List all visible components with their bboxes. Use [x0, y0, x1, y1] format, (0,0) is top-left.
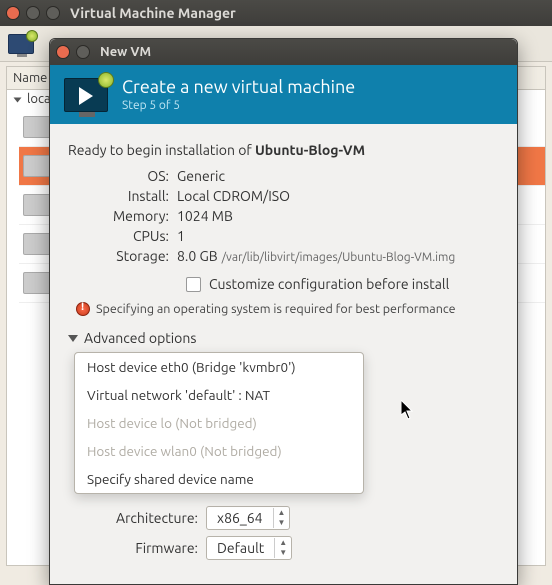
storage-label: Storage: — [74, 248, 169, 264]
architecture-value: x86_64 — [207, 510, 273, 526]
parent-minimize-button[interactable] — [26, 6, 40, 20]
warning-row: Specifying an operating system is requir… — [76, 302, 499, 316]
cpus-label: CPUs: — [74, 228, 169, 244]
parent-maximize-button[interactable] — [46, 6, 60, 20]
network-option[interactable]: Specify shared device name — [75, 465, 363, 493]
parent-titlebar: Virtual Machine Manager — [0, 0, 552, 26]
architecture-select[interactable]: x86_64 ▲▼ — [206, 506, 290, 530]
network-option: Host device wlan0 (Not bridged) — [75, 437, 363, 465]
customize-checkbox-row[interactable]: Customize configuration before install — [186, 276, 499, 292]
ready-vmname: Ubuntu-Blog-VM — [255, 142, 365, 158]
firmware-label: Firmware: — [108, 540, 198, 556]
network-dropdown[interactable]: Host device eth0 (Bridge 'kvmbr0')Virtua… — [74, 352, 364, 494]
customize-label: Customize configuration before install — [209, 276, 449, 292]
storage-value: 8.0 GB/var/lib/libvirt/images/Ubuntu-Blo… — [177, 248, 499, 264]
firmware-value: Default — [207, 540, 274, 556]
chevron-down-icon — [68, 335, 78, 342]
firmware-select[interactable]: Default ▲▼ — [206, 536, 292, 560]
cpus-value: 1 — [177, 228, 499, 244]
dialog-header-title: Create a new virtual machine — [122, 77, 355, 97]
new-vm-dialog: New VM Create a new virtual machine Step… — [49, 38, 518, 585]
install-value: Local CDROM/ISO — [177, 188, 499, 204]
dialog-minimize-button[interactable] — [76, 45, 90, 59]
dialog-window-title: New VM — [100, 45, 151, 59]
chevron-down-icon — [14, 97, 22, 102]
stepper-arrows-icon[interactable]: ▲▼ — [273, 508, 290, 528]
parent-window-title: Virtual Machine Manager — [70, 5, 236, 21]
new-badge-icon — [98, 72, 114, 88]
warning-icon — [76, 302, 90, 316]
dialog-titlebar[interactable]: New VM — [50, 39, 517, 65]
dialog-step-label: Step 5 of 5 — [122, 99, 355, 112]
dialog-header: Create a new virtual machine Step 5 of 5 — [50, 65, 517, 124]
os-value: Generic — [177, 168, 499, 184]
memory-value: 1024 MB — [177, 208, 499, 224]
parent-close-button[interactable] — [6, 6, 20, 20]
customize-checkbox[interactable] — [186, 277, 201, 292]
advanced-options-toggle[interactable]: Advanced options — [68, 330, 499, 346]
network-option: Host device lo (Not bridged) — [75, 409, 363, 437]
os-label: OS: — [74, 168, 169, 184]
storage-path: /var/lib/libvirt/images/Ubuntu-Blog-VM.i… — [222, 251, 456, 264]
install-label: Install: — [74, 188, 169, 204]
dialog-close-button[interactable] — [56, 45, 70, 59]
network-option[interactable]: Host device eth0 (Bridge 'kvmbr0') — [75, 353, 363, 381]
new-badge-icon — [26, 30, 38, 42]
advanced-options-label: Advanced options — [84, 330, 196, 346]
ready-prefix: Ready to begin installation of — [68, 142, 255, 158]
stepper-arrows-icon[interactable]: ▲▼ — [274, 538, 291, 558]
architecture-label: Architecture: — [108, 510, 198, 526]
dialog-body: Ready to begin installation of Ubuntu-Bl… — [50, 124, 517, 584]
network-option[interactable]: Virtual network 'default' : NAT — [75, 381, 363, 409]
warning-text: Specifying an operating system is requir… — [96, 302, 456, 316]
ready-line: Ready to begin installation of Ubuntu-Bl… — [68, 142, 499, 158]
memory-label: Memory: — [74, 208, 169, 224]
